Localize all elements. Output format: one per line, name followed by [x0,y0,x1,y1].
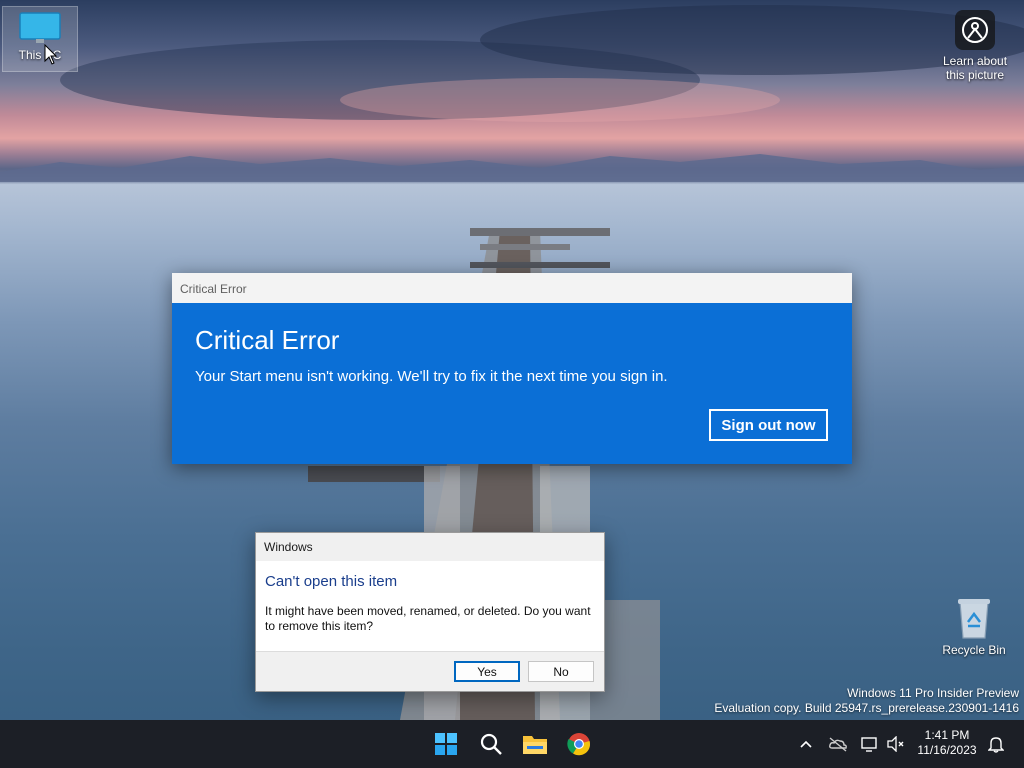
search-icon[interactable] [475,728,507,760]
windows-dialog-content: Can't open this item It might have been … [256,561,604,651]
critical-error-message: Your Start menu isn't working. We'll try… [195,368,668,385]
learn-label-line2: this picture [945,68,1005,82]
learn-about-picture-icon[interactable]: Learn about this picture [938,10,1012,82]
clock-time: 1:41 PM [924,728,970,742]
monitor-icon [19,12,61,43]
this-pc-desktop-icon[interactable]: This PC [2,6,78,72]
onedrive-offline-icon[interactable] [828,734,848,754]
watermark-edition: Windows 11 Pro Insider Preview [847,686,1019,700]
mouse-cursor-icon [44,44,58,65]
critical-error-dialog: Critical Error Critical Error Your Start… [172,273,852,464]
critical-error-heading: Critical Error [195,325,340,355]
yes-button[interactable]: Yes [454,661,520,682]
chrome-icon[interactable] [563,728,595,760]
learn-button[interactable] [955,10,995,50]
critical-error-titlebar[interactable]: Critical Error [172,273,852,303]
learn-label-line1: Learn about [942,54,1008,68]
watermark-build: Evaluation copy. Build 25947.rs_prerelea… [714,701,1019,715]
recycle-bin-label: Recycle Bin [942,643,1006,657]
sign-out-now-button[interactable]: Sign out now [709,409,828,441]
this-pc-label: This PC [18,48,62,62]
clock[interactable]: 1:41 PM 11/16/2023 [912,728,982,758]
file-explorer-icon[interactable] [519,728,551,760]
no-button[interactable]: No [528,661,594,682]
build-watermark: Windows 11 Pro Insider Preview Evaluatio… [714,686,1019,716]
cant-open-item-dialog: Windows Can't open this item It might ha… [255,532,605,692]
network-icon[interactable] [860,734,880,754]
notification-bell-icon[interactable] [986,734,1006,754]
windows-start-icon[interactable] [430,728,462,760]
taskbar: 1:41 PM 11/16/2023 [0,720,1024,768]
critical-error-body: Critical Error Your Start menu isn't wor… [172,303,852,464]
clock-date: 11/16/2023 [917,743,977,757]
windows-dialog-message: It might have been moved, renamed, or de… [265,604,591,633]
recycle-bin-desktop-icon[interactable]: Recycle Bin [936,596,1012,657]
windows-dialog-heading: Can't open this item [265,573,398,590]
windows-dialog-titlebar[interactable]: Windows [256,533,604,561]
recycle-bin-icon [958,599,990,639]
volume-muted-icon[interactable] [886,734,906,754]
windows-dialog-footer: Yes No [256,651,604,691]
chevron-up-icon[interactable] [796,734,816,754]
camera-aperture-icon [962,17,988,43]
